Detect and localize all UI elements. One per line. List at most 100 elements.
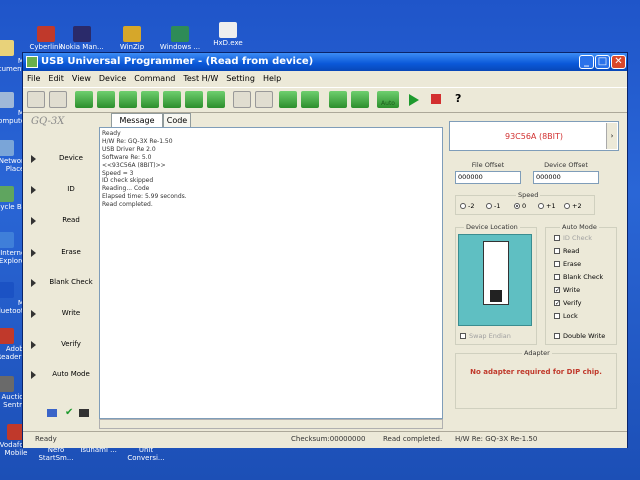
triangle-right-icon [31,217,36,225]
horizontal-scrollbar[interactable] [99,419,443,429]
lock-icon[interactable] [301,91,319,108]
adapter-group: Adapter No adapter required for DIP chip… [455,349,617,409]
status-bar: Ready Checksum:00000000 Read completed. … [23,431,627,448]
device-button[interactable]: Device [23,147,99,171]
verify-button[interactable]: Verify [23,333,99,357]
speed-group: Speed -2 -1 0 +1 +2 [455,191,595,215]
stop-icon[interactable] [431,94,441,104]
menu-view[interactable]: View [68,72,95,85]
erase-button[interactable]: Erase [23,241,99,265]
module-icon[interactable] [329,91,347,108]
device-name: 93C56A (8BIT) [504,132,564,141]
verify-icon[interactable] [163,91,181,108]
config-icon[interactable] [351,91,369,108]
checkbox-label: Lock [563,312,578,320]
blank-check-button[interactable]: Blank Check [23,271,99,295]
zif-socket-body [483,241,509,305]
winzip-icon[interactable]: WinZip [110,26,154,51]
minimize-button[interactable]: _ [579,55,594,69]
desktop-icon-label: Nokia Man... [60,43,104,51]
erase-icon[interactable] [279,91,297,108]
triangle-right-icon [31,371,36,379]
menu-setting[interactable]: Setting [222,72,259,85]
desktop-icon-unit-conversion[interactable]: Unit Conversi... [124,446,168,462]
desktop-icon-label: HxD.exe [213,39,243,47]
read-checkbox[interactable]: Read [554,247,579,255]
auto-mode-button[interactable]: Auto Mode [23,363,99,387]
tab-code[interactable]: Code [163,113,191,127]
file-offset-label: File Offset [471,161,505,169]
message-log[interactable]: Ready H/W Re: GQ-3X Re-1.50 USB Driver R… [99,127,443,419]
help-icon[interactable]: ? [455,92,461,105]
menu-file[interactable]: File [23,72,44,85]
radio-circle [538,203,544,209]
checkbox-label: Verify [563,299,582,307]
windows-icon[interactable]: Windows ... [158,26,202,51]
device-offset-input[interactable]: 000000 [533,171,599,184]
triangle-right-icon [31,186,36,194]
id-button[interactable]: ID [23,178,99,202]
speed-radio-minus1[interactable]: -1 [486,202,500,210]
hex-view-icon[interactable] [233,91,251,108]
auto-icon[interactable]: Auto [377,91,399,108]
play-icon[interactable] [409,94,419,106]
tab-message-log[interactable]: Message Log [111,113,163,138]
checkbox-box [554,313,560,319]
ab-compare-icon[interactable] [207,91,225,108]
checkbox-label: Erase [563,260,582,268]
speed-radio-plus2[interactable]: +2 [564,202,582,210]
open-folder-icon[interactable] [27,91,45,108]
checkbox-box [554,248,560,254]
speed-radio-plus1[interactable]: +1 [538,202,556,210]
log-line: H/W Re: GQ-3X Re-1.50 [102,137,173,145]
save-icon[interactable] [49,91,67,108]
checkbox-box [554,333,560,339]
maximize-button[interactable]: □ [595,55,610,69]
radio-circle [564,203,570,209]
adapter-label: Adapter [522,349,552,357]
read-icon[interactable] [119,91,137,108]
radio-label: -1 [494,202,501,210]
check-mark-icon: ✓ [554,287,561,294]
adapter-message: No adapter required for DIP chip. [470,368,602,376]
swap-endian-checkbox[interactable]: Swap Endian [460,332,511,340]
menu-command[interactable]: Command [130,72,179,85]
hxd-icon[interactable]: HxD.exe [206,22,250,47]
chevron-right-icon[interactable]: › [606,123,617,149]
checkbox-label: Blank Check [563,273,604,281]
erase-checkbox[interactable]: Erase [554,260,581,268]
menu-test-hw[interactable]: Test H/W [179,72,222,85]
lock-checkbox[interactable]: Lock [554,312,578,320]
title-bar[interactable]: USB Universal Programmer - (Read from de… [23,53,627,71]
radio-label: 0 [522,202,527,210]
read-button[interactable]: Read [23,209,99,233]
speed-radio-minus2[interactable]: -2 [460,202,474,210]
device-name-display[interactable]: 93C56A (8BIT) › [449,121,619,151]
fill-buffer-icon[interactable] [255,91,273,108]
device-select-icon[interactable] [75,91,93,108]
menu-edit[interactable]: Edit [44,72,68,85]
verify-checkbox[interactable]: ✓ Verify [554,299,581,307]
blank-check-checkbox[interactable]: Blank Check [554,273,603,281]
write-checkbox[interactable]: ✓ Write [554,286,580,294]
write-icon[interactable] [141,91,159,108]
menu-help[interactable]: Help [259,72,285,85]
device-location-group: Device Location Swap Endian [455,223,537,345]
speed-radio-0[interactable]: 0 [514,202,526,210]
status-result: Read completed. [383,435,443,443]
nokia-icon[interactable]: Nokia Man... [60,26,104,51]
double-write-checkbox[interactable]: Double Write [554,332,605,340]
blank-check-icon[interactable] [185,91,203,108]
usb-connection-icon [47,409,57,417]
log-line: Elapsed time: 5.99 seconds. [102,193,187,201]
radio-label: +1 [546,202,556,210]
chip-icon [79,409,89,417]
menu-device[interactable]: Device [95,72,130,85]
close-button[interactable]: ✕ [611,55,626,69]
file-offset-input[interactable]: 000000 [455,171,521,184]
id-check-checkbox[interactable]: ID Check [554,234,592,242]
write-button[interactable]: Write [23,302,99,326]
read-id-icon[interactable] [97,91,115,108]
desktop-icon-nero[interactable]: Nero StartSm... [34,446,78,462]
triangle-right-icon [31,155,36,163]
